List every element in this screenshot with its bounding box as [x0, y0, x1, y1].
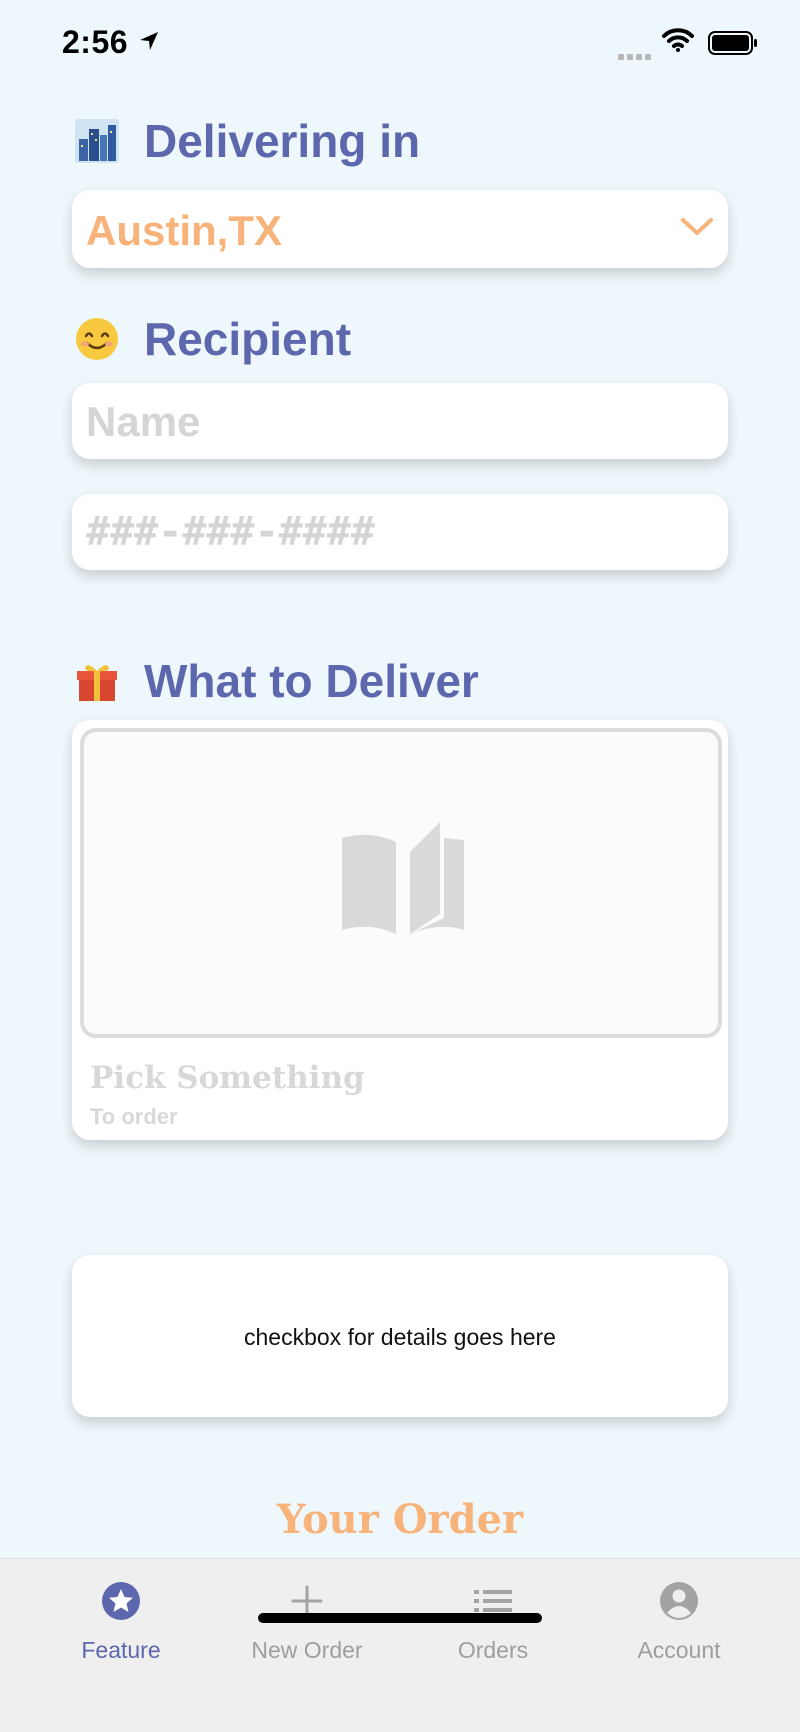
recipient-phone-field[interactable]: ###-###-#### — [72, 494, 728, 570]
your-order-title: Your Order — [276, 1496, 524, 1543]
what-to-deliver-heading: What to Deliver — [74, 654, 479, 708]
status-bar: 2:56 — [0, 0, 800, 90]
tab-orders-label: Orders — [457, 1637, 529, 1663]
wifi-icon — [662, 28, 694, 57]
pick-title: Pick Something — [90, 1060, 365, 1096]
city-icon — [74, 118, 120, 164]
star-icon — [21, 1579, 221, 1623]
details-card: checkbox for details goes here — [72, 1255, 728, 1417]
chevron-down-icon — [680, 216, 714, 243]
gift-icon — [74, 658, 120, 704]
tab-feature[interactable]: Feature — [21, 1579, 221, 1664]
tab-feature-label: Feature — [81, 1637, 161, 1663]
tab-account-label: Account — [637, 1637, 721, 1663]
delivering-title: Delivering in — [144, 115, 421, 167]
details-placeholder-text: checkbox for details goes here — [244, 1324, 556, 1350]
recipient-heading: Recipient — [74, 312, 351, 366]
battery-icon — [708, 31, 758, 60]
tab-new-order-label: New Order — [251, 1637, 363, 1663]
city-dropdown[interactable]: Austin,TX — [72, 190, 728, 268]
recipient-title: Recipient — [144, 313, 352, 365]
recipient-name-field[interactable]: Name — [72, 383, 728, 459]
status-time: 2:56 — [62, 24, 129, 60]
smile-icon — [74, 316, 120, 362]
home-indicator — [258, 1613, 542, 1623]
book-icon — [340, 822, 466, 941]
tab-bar: Feature New Order Orders Account — [0, 1558, 800, 1732]
cellular-signal-icon — [618, 47, 654, 65]
location-arrow-icon — [138, 30, 160, 57]
city-value: Austin,TX — [86, 207, 282, 254]
pick-item-card[interactable]: Pick Something To order — [72, 720, 728, 1140]
pick-subtitle: To order — [90, 1104, 178, 1129]
phone-placeholder: ###-###-#### — [86, 509, 375, 555]
delivering-heading: Delivering in — [74, 114, 420, 168]
tab-account[interactable]: Account — [579, 1579, 779, 1664]
item-image-placeholder — [80, 728, 722, 1038]
what-to-deliver-title: What to Deliver — [144, 655, 479, 707]
name-placeholder: Name — [86, 398, 201, 445]
account-icon — [579, 1579, 779, 1623]
